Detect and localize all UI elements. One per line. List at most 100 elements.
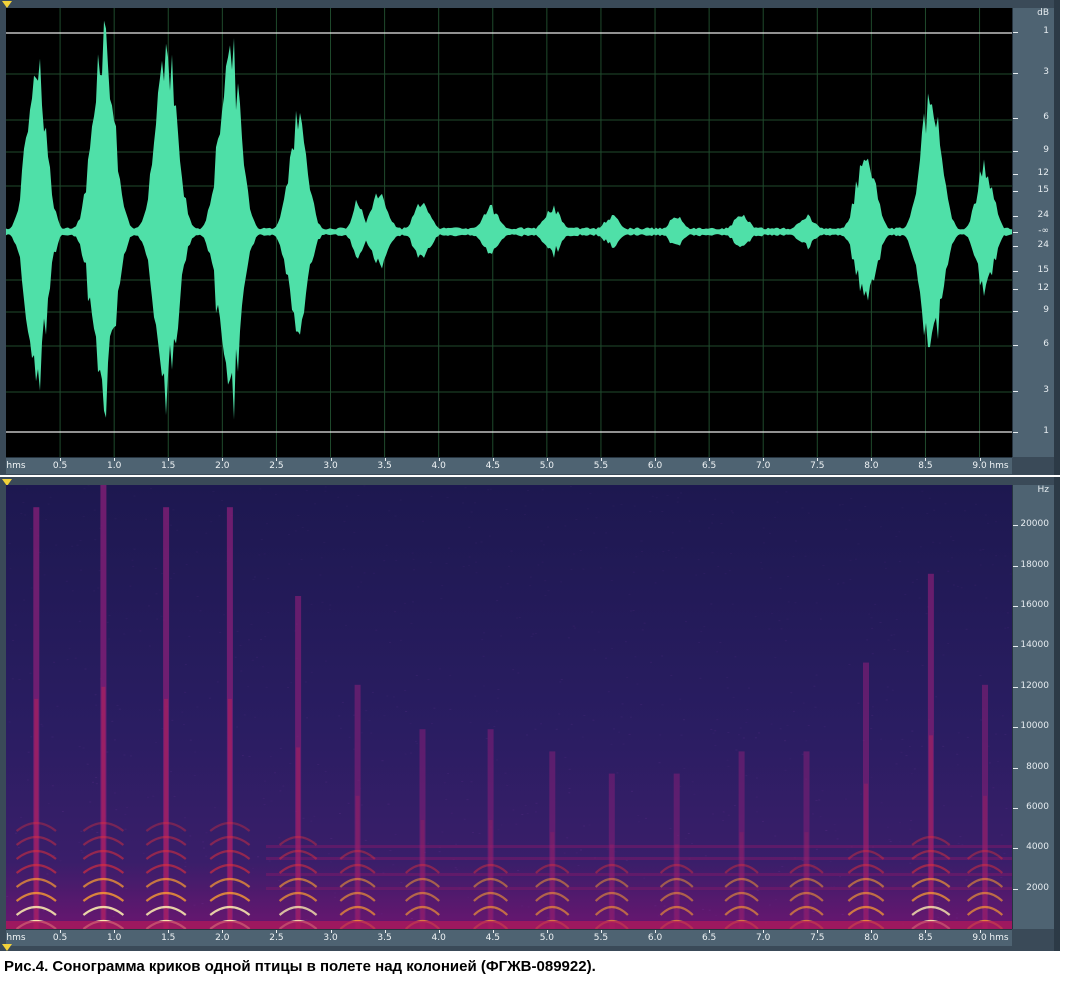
noise-band xyxy=(266,873,1012,876)
noise-speck xyxy=(497,689,500,690)
noise-speck xyxy=(180,830,183,832)
noise-speck xyxy=(794,602,797,604)
spectrogram-scrollbar[interactable] xyxy=(1054,477,1060,951)
time-tick xyxy=(60,930,62,933)
noise-speck xyxy=(488,722,491,724)
noise-speck xyxy=(895,763,898,765)
noise-speck xyxy=(512,809,515,811)
noise-speck xyxy=(497,829,500,831)
noise-speck xyxy=(499,586,502,588)
noise-speck xyxy=(687,833,690,834)
noise-speck xyxy=(126,807,129,809)
noise-speck xyxy=(89,801,92,803)
db-tick-label: 6 xyxy=(1043,112,1049,122)
noise-speck xyxy=(864,506,867,507)
noise-speck xyxy=(566,837,569,839)
noise-speck xyxy=(919,546,922,548)
noise-speck xyxy=(921,490,924,492)
noise-speck xyxy=(534,811,537,813)
waveform-time-ruler[interactable]: hms 0.5 1.0 1.5 2.0 2.5 3.0 3.5 4.0 4.5 5.0 5.5 6.0 6… xyxy=(6,457,1012,474)
noise-speck xyxy=(410,907,413,909)
noise-speck xyxy=(938,542,941,544)
time-tick-label: 3.0 xyxy=(323,933,338,943)
scale-tick xyxy=(1013,118,1018,119)
noise-speck xyxy=(823,726,826,728)
noise-speck xyxy=(266,523,268,525)
noise-speck xyxy=(139,630,142,632)
noise-speck xyxy=(524,804,527,806)
noise-speck xyxy=(839,876,842,878)
noise-speck xyxy=(389,641,391,643)
noise-speck xyxy=(347,802,350,804)
noise-speck xyxy=(496,600,499,602)
noise-speck xyxy=(813,685,816,687)
noise-speck xyxy=(634,656,637,658)
waveform-scrollbar[interactable] xyxy=(1054,0,1060,475)
noise-speck xyxy=(454,867,457,869)
noise-speck xyxy=(955,917,958,919)
noise-speck xyxy=(269,756,272,758)
noise-speck xyxy=(146,888,149,890)
noise-speck xyxy=(982,549,985,551)
playhead-marker-icon[interactable] xyxy=(2,1,12,8)
noise-speck xyxy=(324,771,327,773)
noise-speck xyxy=(160,615,163,617)
noise-speck xyxy=(756,889,759,891)
spectrogram-time-ruler[interactable]: hms 0.5 1.0 1.5 2.0 2.5 3.0 3.5 4.0 4.5 5.0 5.5 6.0 6… xyxy=(6,929,1012,946)
noise-speck xyxy=(123,754,126,756)
scale-tick xyxy=(1013,888,1018,890)
noise-speck xyxy=(710,603,713,605)
noise-speck xyxy=(478,832,481,834)
noise-speck xyxy=(71,545,74,547)
noise-speck xyxy=(395,560,398,561)
noise-speck xyxy=(83,488,86,490)
noise-speck xyxy=(527,906,530,908)
noise-speck xyxy=(261,666,264,668)
noise-speck xyxy=(251,659,254,661)
waveform-view[interactable] xyxy=(6,8,1012,457)
noise-speck xyxy=(415,675,418,676)
noise-speck xyxy=(537,564,540,566)
noise-speck xyxy=(66,659,69,661)
time-unit-label: hms xyxy=(989,933,1009,943)
noise-speck xyxy=(181,711,184,713)
noise-speck xyxy=(505,509,508,510)
scale-tick xyxy=(1013,807,1018,809)
noise-speck xyxy=(620,503,623,505)
noise-speck xyxy=(411,552,414,554)
noise-speck xyxy=(871,706,874,708)
noise-speck xyxy=(466,799,469,801)
scale-tick xyxy=(1013,174,1018,175)
noise-speck xyxy=(158,709,161,711)
time-tick xyxy=(925,930,927,933)
noise-speck xyxy=(530,635,533,637)
noise-speck xyxy=(849,578,852,580)
noise-speck xyxy=(898,560,901,562)
noise-speck xyxy=(93,590,96,592)
noise-speck xyxy=(606,848,609,850)
noise-speck xyxy=(394,515,397,517)
noise-speck xyxy=(79,539,82,541)
noise-speck xyxy=(669,828,672,829)
noise-speck xyxy=(695,574,698,576)
noise-speck xyxy=(363,572,366,574)
noise-speck xyxy=(154,568,157,569)
noise-speck xyxy=(649,511,652,513)
noise-speck xyxy=(148,645,151,647)
noise-speck xyxy=(935,696,938,698)
noise-speck xyxy=(560,581,563,583)
noise-speck xyxy=(889,841,892,842)
noise-speck xyxy=(287,687,289,688)
noise-speck xyxy=(193,775,196,776)
noise-speck xyxy=(320,557,323,559)
noise-speck xyxy=(59,860,62,862)
end-marker-icon[interactable] xyxy=(2,944,12,951)
noise-speck xyxy=(412,558,415,560)
noise-speck xyxy=(618,731,621,733)
noise-speck xyxy=(264,780,266,782)
noise-speck xyxy=(236,726,239,728)
noise-speck xyxy=(413,569,416,571)
spectrogram-view[interactable] xyxy=(6,485,1012,929)
time-tick-label: 5.0 xyxy=(539,461,555,471)
noise-speck xyxy=(637,815,640,817)
